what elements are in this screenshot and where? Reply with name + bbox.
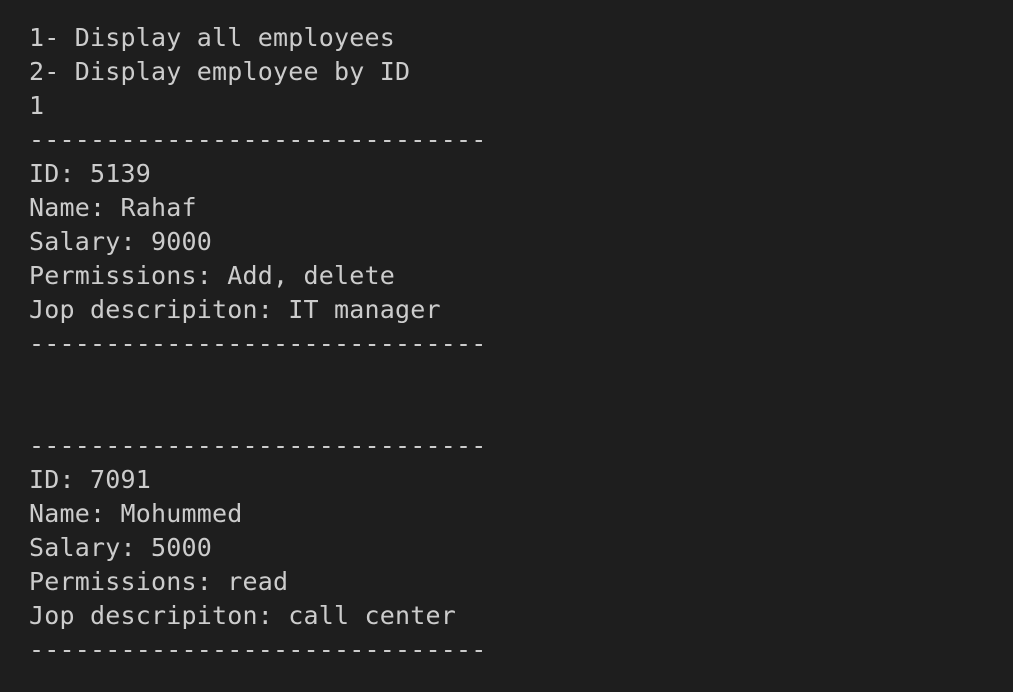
employee-id: ID: 7091 (29, 465, 152, 494)
employee-job-description: Jop descripiton: call center (29, 601, 457, 630)
employee-id: ID: 5139 (29, 159, 152, 188)
separator: ------------------------------ (29, 329, 487, 358)
terminal-output[interactable]: 1- Display all employees 2- Display empl… (0, 0, 1013, 692)
employee-salary: Salary: 9000 (29, 227, 213, 256)
user-input: 1 (29, 91, 45, 120)
employee-job-description: Jop descripiton: IT manager (29, 295, 441, 324)
menu-option-display-by-id: 2- Display employee by ID (29, 57, 411, 86)
employee-permissions: Permissions: Add, delete (29, 261, 396, 290)
separator: ------------------------------ (29, 125, 487, 154)
separator: ------------------------------ (29, 635, 487, 664)
employee-salary: Salary: 5000 (29, 533, 213, 562)
employee-name: Name: Rahaf (29, 193, 197, 222)
employee-name: Name: Mohummed (29, 499, 243, 528)
menu-option-display-all: 1- Display all employees (29, 23, 396, 52)
separator: ------------------------------ (29, 431, 487, 460)
employee-permissions: Permissions: read (29, 567, 289, 596)
